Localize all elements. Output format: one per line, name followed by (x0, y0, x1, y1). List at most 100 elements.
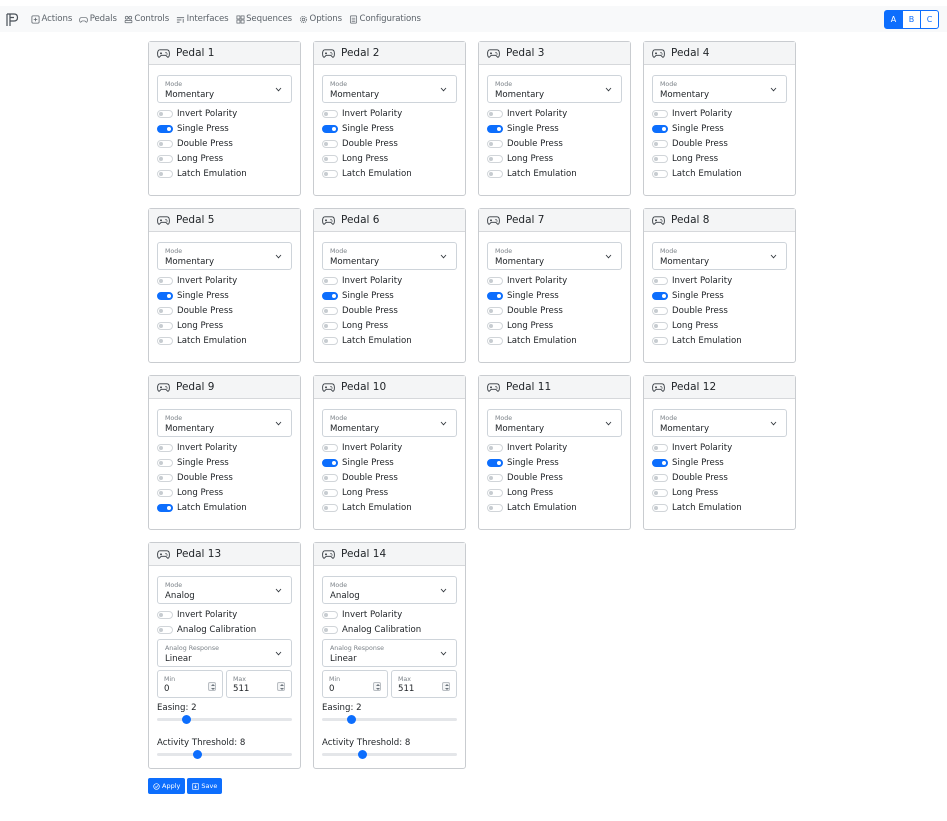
single-press-toggle[interactable] (157, 458, 173, 467)
activity-threshold-slider[interactable] (322, 748, 457, 760)
mode-select[interactable]: Mode Momentary (487, 75, 622, 103)
invert-polarity-toggle[interactable] (487, 109, 503, 118)
double-press-toggle[interactable] (652, 306, 668, 315)
single-press-toggle[interactable] (157, 291, 173, 300)
double-press-toggle[interactable] (157, 473, 173, 482)
long-press-toggle[interactable] (322, 321, 338, 330)
mode-select[interactable]: Mode Momentary (322, 242, 457, 270)
apply-button[interactable]: Apply (148, 778, 186, 794)
mode-select[interactable]: Mode Momentary (157, 75, 292, 103)
invert-polarity-toggle[interactable] (322, 109, 338, 118)
latch-emulation-toggle[interactable] (652, 169, 668, 178)
double-press-toggle[interactable] (652, 473, 668, 482)
group-button-c[interactable]: C (920, 10, 939, 29)
double-press-toggle[interactable] (652, 139, 668, 148)
invert-polarity-toggle[interactable] (652, 109, 668, 118)
group-button-a[interactable]: A (884, 10, 903, 29)
max-spinner[interactable] (442, 682, 450, 691)
mode-select[interactable]: Mode Momentary (157, 409, 292, 437)
latch-emulation-toggle[interactable] (487, 503, 503, 512)
long-press-toggle[interactable] (322, 488, 338, 497)
invert-polarity-toggle[interactable] (157, 443, 173, 452)
mode-select[interactable]: Mode Momentary (652, 409, 787, 437)
invert-polarity-toggle[interactable] (322, 276, 338, 285)
nav-item-options[interactable]: Options (299, 14, 342, 24)
invert-polarity-toggle[interactable] (487, 443, 503, 452)
long-press-toggle[interactable] (652, 321, 668, 330)
nav-item-pedals[interactable]: Pedals (79, 14, 117, 24)
long-press-toggle[interactable] (157, 488, 173, 497)
nav-item-interfaces[interactable]: Interfaces (176, 14, 229, 24)
double-press-toggle[interactable] (487, 139, 503, 148)
mode-select[interactable]: Mode Momentary (322, 409, 457, 437)
invert-polarity-toggle[interactable] (157, 276, 173, 285)
latch-emulation-toggle[interactable] (322, 336, 338, 345)
long-press-toggle[interactable] (157, 321, 173, 330)
invert-polarity-toggle[interactable] (487, 276, 503, 285)
easing-thumb[interactable] (347, 715, 357, 724)
max-spinner[interactable] (277, 682, 285, 691)
save-button[interactable]: Save (187, 778, 223, 794)
single-press-toggle[interactable] (157, 124, 173, 133)
mode-select[interactable]: Mode Momentary (487, 242, 622, 270)
latch-emulation-toggle[interactable] (652, 503, 668, 512)
latch-emulation-toggle[interactable] (487, 336, 503, 345)
single-press-toggle[interactable] (487, 124, 503, 133)
single-press-toggle[interactable] (322, 458, 338, 467)
single-press-toggle[interactable] (652, 291, 668, 300)
latch-emulation-toggle[interactable] (157, 336, 173, 345)
activity-threshold-slider[interactable] (157, 748, 292, 760)
mode-select[interactable]: Mode Momentary (652, 242, 787, 270)
long-press-toggle[interactable] (322, 154, 338, 163)
easing-thumb[interactable] (182, 715, 192, 724)
max-input[interactable]: Max 511 (391, 670, 457, 698)
easing-slider[interactable] (157, 713, 292, 725)
long-press-toggle[interactable] (652, 488, 668, 497)
group-button-b[interactable]: B (902, 10, 921, 29)
easing-slider[interactable] (322, 713, 457, 725)
latch-emulation-toggle[interactable] (487, 169, 503, 178)
nav-item-actions[interactable]: Actions (31, 14, 72, 24)
latch-emulation-toggle[interactable] (652, 336, 668, 345)
mode-select[interactable]: Mode Analog (322, 576, 457, 604)
invert-polarity-toggle[interactable] (157, 109, 173, 118)
min-input[interactable]: Min 0 (322, 670, 388, 698)
long-press-toggle[interactable] (487, 488, 503, 497)
single-press-toggle[interactable] (652, 458, 668, 467)
single-press-toggle[interactable] (487, 291, 503, 300)
single-press-toggle[interactable] (322, 124, 338, 133)
analog-calibration-toggle[interactable] (322, 625, 338, 634)
invert-polarity-toggle[interactable] (157, 610, 173, 619)
nav-item-sequences[interactable]: Sequences (236, 14, 292, 24)
double-press-toggle[interactable] (157, 306, 173, 315)
long-press-toggle[interactable] (487, 154, 503, 163)
invert-polarity-toggle[interactable] (652, 443, 668, 452)
min-input[interactable]: Min 0 (157, 670, 223, 698)
activity-threshold-thumb[interactable] (358, 750, 367, 759)
double-press-toggle[interactable] (322, 473, 338, 482)
latch-emulation-toggle[interactable] (157, 503, 173, 512)
mode-select[interactable]: Mode Analog (157, 576, 292, 604)
single-press-toggle[interactable] (487, 458, 503, 467)
double-press-toggle[interactable] (487, 306, 503, 315)
invert-polarity-toggle[interactable] (322, 443, 338, 452)
long-press-toggle[interactable] (652, 154, 668, 163)
activity-threshold-thumb[interactable] (193, 750, 202, 759)
brand-logo-icon[interactable] (5, 13, 19, 27)
latch-emulation-toggle[interactable] (157, 169, 173, 178)
double-press-toggle[interactable] (322, 306, 338, 315)
min-spinner[interactable] (373, 682, 381, 691)
min-spinner[interactable] (208, 682, 216, 691)
max-input[interactable]: Max 511 (226, 670, 292, 698)
long-press-toggle[interactable] (487, 321, 503, 330)
invert-polarity-toggle[interactable] (322, 610, 338, 619)
analog-response-select[interactable]: Analog Response Linear (157, 639, 292, 667)
latch-emulation-toggle[interactable] (322, 503, 338, 512)
double-press-toggle[interactable] (487, 473, 503, 482)
single-press-toggle[interactable] (652, 124, 668, 133)
double-press-toggle[interactable] (157, 139, 173, 148)
nav-item-configurations[interactable]: Configurations (349, 14, 421, 24)
long-press-toggle[interactable] (157, 154, 173, 163)
mode-select[interactable]: Mode Momentary (322, 75, 457, 103)
mode-select[interactable]: Mode Momentary (157, 242, 292, 270)
